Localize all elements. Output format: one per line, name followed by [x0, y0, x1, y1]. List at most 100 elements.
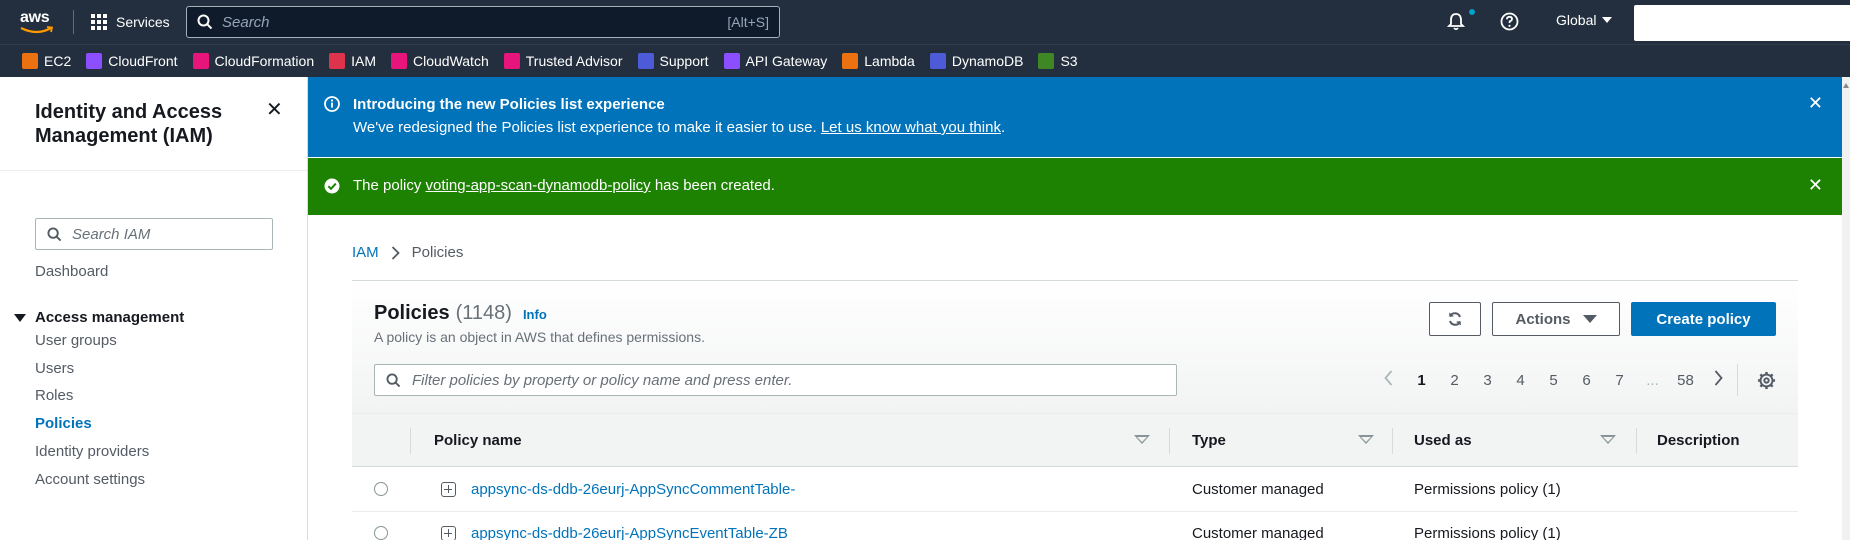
- expand-plus-icon[interactable]: [441, 482, 456, 497]
- section-label: Access management: [35, 309, 185, 326]
- access-management-section-toggle[interactable]: Access management: [14, 309, 184, 326]
- column-header-used-as[interactable]: Used as: [1414, 414, 1472, 467]
- favorite-label: CloudWatch: [413, 53, 489, 69]
- policies-table-panel: Policies (1148) Info A policy is an obje…: [352, 281, 1798, 540]
- sidebar-item-roles[interactable]: Roles: [35, 387, 73, 404]
- check-circle-icon: [324, 178, 340, 194]
- breadcrumb: IAM Policies: [352, 244, 463, 261]
- refresh-button[interactable]: [1429, 302, 1481, 336]
- favorite-label: CloudFront: [108, 53, 178, 69]
- grid-menu-icon: [91, 14, 107, 30]
- sidebar: Identity and Access Management (IAM) ✕ S…: [0, 77, 308, 540]
- table-header: Policy name Type Used as Description: [352, 414, 1798, 467]
- help-icon[interactable]: [1500, 12, 1519, 31]
- row-radio[interactable]: [374, 526, 388, 540]
- close-sidebar-icon[interactable]: ✕: [266, 100, 283, 120]
- table-row[interactable]: appsync-ds-ddb-26eurj-AppSyncEventTable-…: [352, 512, 1798, 540]
- favorite-cloudformation[interactable]: CloudFormation: [192, 53, 314, 69]
- global-search-input[interactable]: Search [Alt+S]: [186, 6, 780, 38]
- favorite-lambda[interactable]: Lambda: [842, 53, 915, 69]
- filter-placeholder: Filter policies by property or policy na…: [412, 371, 793, 389]
- column-header-policy-name[interactable]: Policy name: [434, 414, 522, 467]
- iam-icon: [329, 53, 346, 69]
- favorite-dynamodb[interactable]: DynamoDB: [929, 53, 1023, 69]
- gear-icon[interactable]: [1757, 371, 1776, 390]
- actions-label: Actions: [1515, 310, 1571, 328]
- next-page-icon[interactable]: [1702, 370, 1735, 390]
- favorite-trusted-advisor[interactable]: Trusted Advisor: [503, 53, 623, 69]
- sidebar-search-input[interactable]: Search IAM: [35, 218, 273, 250]
- sidebar-item-account-settings[interactable]: Account settings: [35, 471, 145, 488]
- dismiss-success-icon[interactable]: ✕: [1808, 175, 1823, 196]
- page-1-button[interactable]: 1: [1405, 372, 1438, 389]
- top-navigation: aws Services Search [Alt+S] Global: [0, 0, 1850, 44]
- page-3-button[interactable]: 3: [1471, 372, 1504, 389]
- sidebar-item-users[interactable]: Users: [35, 360, 74, 377]
- services-label: Services: [116, 14, 170, 30]
- column-divider: [1169, 428, 1170, 454]
- favorite-support[interactable]: Support: [637, 53, 709, 69]
- account-menu[interactable]: [1634, 5, 1850, 41]
- refresh-icon: [1449, 312, 1461, 326]
- region-selector[interactable]: Global: [1556, 12, 1613, 28]
- cloudformation-icon: [192, 53, 209, 69]
- column-header-type[interactable]: Type: [1192, 414, 1226, 467]
- favorite-iam[interactable]: IAM: [329, 53, 376, 69]
- page-scrollbar[interactable]: [1842, 77, 1850, 540]
- filter-policies-input[interactable]: Filter policies by property or policy na…: [374, 364, 1177, 396]
- breadcrumb-iam-link[interactable]: IAM: [352, 244, 379, 261]
- row-radio[interactable]: [374, 482, 388, 496]
- info-flash-text: We've redesigned the Policies list exper…: [353, 119, 817, 136]
- favorite-cloudfront[interactable]: CloudFront: [86, 53, 178, 69]
- created-policy-link[interactable]: voting-app-scan-dynamodb-policy: [426, 177, 651, 194]
- favorites-bar: EC2 CloudFront CloudFormation IAM CloudWatch…: [0, 44, 1850, 77]
- create-policy-button[interactable]: Create policy: [1631, 302, 1776, 336]
- page-7-button[interactable]: 7: [1603, 372, 1636, 389]
- s3-icon: [1038, 53, 1055, 69]
- policy-name-link[interactable]: appsync-ds-ddb-26eurj-AppSyncCommentTabl…: [471, 481, 795, 498]
- info-icon: [324, 96, 340, 112]
- search-placeholder: Search: [222, 13, 270, 31]
- notifications-bell-icon[interactable]: [1447, 12, 1465, 31]
- info-flash-tail: .: [1000, 119, 1006, 136]
- pagination: 1 2 3 4 5 6 7 ... 58: [1372, 364, 1735, 396]
- aws-smile-icon: [20, 26, 54, 34]
- ec2-icon: [22, 53, 38, 69]
- sidebar-item-user-groups[interactable]: User groups: [35, 332, 117, 349]
- page-4-button[interactable]: 4: [1504, 372, 1537, 389]
- success-flashbar: The policy voting-app-scan-dynamodb-poli…: [308, 158, 1842, 215]
- sidebar-item-policies[interactable]: Policies: [35, 415, 92, 432]
- column-header-description[interactable]: Description: [1657, 414, 1740, 467]
- sort-icon[interactable]: [1358, 435, 1374, 444]
- dismiss-info-icon[interactable]: ✕: [1808, 93, 1823, 114]
- policy-name-link[interactable]: appsync-ds-ddb-26eurj-AppSyncEventTable-…: [471, 525, 788, 540]
- favorite-api-gateway[interactable]: API Gateway: [723, 53, 827, 69]
- feedback-link[interactable]: Let us know what you think: [821, 119, 1001, 136]
- actions-dropdown-button[interactable]: Actions: [1492, 302, 1620, 336]
- sort-icon[interactable]: [1134, 435, 1150, 444]
- column-divider: [1636, 428, 1637, 454]
- page-5-button[interactable]: 5: [1537, 372, 1570, 389]
- sidebar-item-dashboard[interactable]: Dashboard: [35, 263, 108, 280]
- panel-header: Policies (1148) Info A policy is an obje…: [352, 281, 1798, 414]
- sidebar-item-identity-providers[interactable]: Identity providers: [35, 443, 149, 460]
- table-row[interactable]: appsync-ds-ddb-26eurj-AppSyncCommentTabl…: [352, 468, 1798, 512]
- favorite-s3[interactable]: S3: [1038, 53, 1078, 69]
- success-suffix: has been created.: [654, 177, 775, 194]
- page-58-button[interactable]: 58: [1669, 372, 1702, 389]
- sidebar-title: Identity and Access Management (IAM): [35, 101, 223, 147]
- services-menu-button[interactable]: Services: [91, 12, 170, 32]
- info-link[interactable]: Info: [523, 307, 547, 322]
- previous-page-icon[interactable]: [1372, 370, 1405, 390]
- favorite-ec2[interactable]: EC2: [22, 53, 71, 69]
- page-2-button[interactable]: 2: [1438, 372, 1471, 389]
- scroll-up-icon[interactable]: [1843, 83, 1849, 88]
- page-6-button[interactable]: 6: [1570, 372, 1603, 389]
- favorite-cloudwatch[interactable]: CloudWatch: [391, 53, 489, 69]
- expand-plus-icon[interactable]: [441, 526, 456, 540]
- aws-logo[interactable]: aws: [20, 9, 56, 35]
- trusted-advisor-icon: [503, 53, 520, 69]
- policy-used-as: Permissions policy (1): [1414, 481, 1561, 498]
- search-icon: [197, 14, 213, 30]
- sort-icon[interactable]: [1600, 435, 1616, 444]
